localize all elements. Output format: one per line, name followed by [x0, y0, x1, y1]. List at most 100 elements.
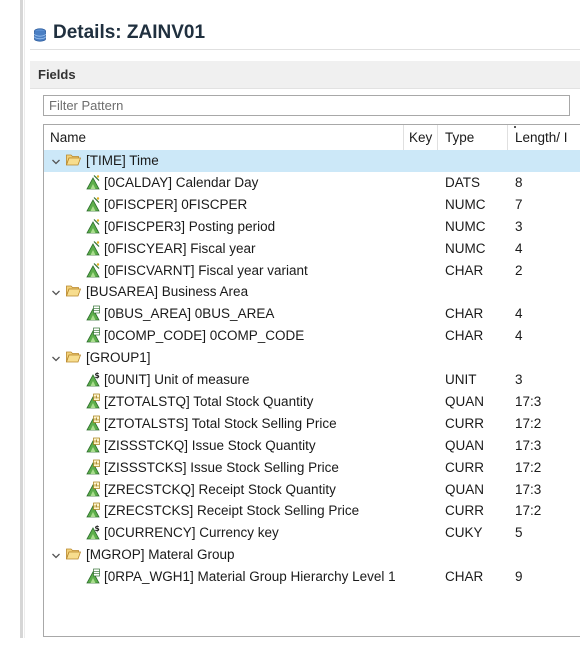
- field-name: [0FISCYEAR] Fiscal year: [104, 240, 256, 256]
- field-type: CHAR: [445, 306, 484, 322]
- page-title: Details: ZAINV01: [53, 22, 206, 43]
- tree-field-row[interactable]: [ZTOTALSTQ] Total Stock Quantity QUAN 17:3: [44, 391, 580, 413]
- tree-field-row[interactable]: [0RPA_WGH1] Material Group Hierarchy Lev…: [44, 566, 580, 588]
- column-divider[interactable]: [507, 125, 508, 150]
- filter-pattern-input[interactable]: [43, 95, 570, 116]
- field-length: 17:2: [515, 415, 542, 431]
- group-name: [BUSAREA] Business Area: [86, 284, 249, 300]
- column-header-name[interactable]: Name: [50, 130, 86, 145]
- chevron-down-icon[interactable]: [51, 352, 61, 362]
- tree-group-row[interactable]: [MGROP] Materal Group: [44, 544, 580, 566]
- field-name: [0BUS_AREA] 0BUS_AREA: [104, 306, 275, 322]
- folder-open-icon: [65, 153, 82, 166]
- field-name: [0FISCPER3] Posting period: [104, 218, 276, 234]
- details-header: Details: ZAINV01: [33, 22, 205, 44]
- database-icon: [34, 28, 46, 42]
- field-length: 4: [515, 328, 523, 344]
- svg-text:$: $: [95, 524, 100, 533]
- tree-field-row[interactable]: [0FISCVARNT] Fiscal year variant CHAR 2: [44, 260, 580, 282]
- chevron-down-icon[interactable]: [51, 549, 61, 559]
- tree-group-row[interactable]: [TIME] Time: [44, 150, 580, 172]
- field-name: [ZRECSTCKS] Receipt Stock Selling Price: [104, 503, 360, 519]
- field-length: 7: [515, 196, 523, 212]
- chevron-down-icon[interactable]: [51, 286, 61, 296]
- field-length: 17:3: [515, 437, 542, 453]
- characteristic-icon: [86, 262, 100, 278]
- folder-open-icon: [65, 350, 82, 363]
- key-figure-icon: [86, 437, 100, 453]
- field-name: [0COMP_CODE] 0COMP_CODE: [104, 328, 305, 344]
- field-name: [ZISSSTCKS] Issue Stock Selling Price: [104, 459, 339, 475]
- field-name: [0CURRENCY] Currency key: [104, 525, 279, 541]
- tree-field-row[interactable]: [0FISCPER3] Posting period NUMC 3: [44, 216, 580, 238]
- field-name: [0CALDAY] Calendar Day: [104, 174, 259, 190]
- field-type: UNIT: [445, 372, 477, 387]
- tree-field-row[interactable]: [ZISSSTCKS] Issue Stock Selling Price CUR…: [44, 457, 580, 479]
- tree-field-row[interactable]: [0BUS_AREA] 0BUS_AREA CHAR 4: [44, 303, 580, 325]
- field-name: [0RPA_WGH1] Material Group Hierarchy Lev…: [104, 569, 396, 585]
- field-type: NUMC: [445, 218, 486, 234]
- group-name: [TIME] Time: [86, 153, 159, 168]
- field-length: 4: [515, 240, 523, 256]
- tree-field-row[interactable]: $ [0CURRENCY] Currency key CUKY 5: [44, 522, 580, 544]
- tree-field-row[interactable]: [ZTOTALSTS] Total Stock Selling Price CUR…: [44, 413, 580, 435]
- field-name: [ZISSSTCKQ] Issue Stock Quantity: [104, 437, 316, 453]
- column-header-type[interactable]: Type: [445, 130, 474, 145]
- tree-field-row[interactable]: [ZISSSTCKQ] Issue Stock Quantity QUAN 17:3: [44, 435, 580, 457]
- characteristic-icon: [86, 196, 100, 212]
- svg-text:$: $: [95, 371, 100, 380]
- field-length: 17:3: [515, 481, 542, 497]
- characteristic-table-icon: [86, 568, 100, 584]
- table-header: Name Key Type Length/ I: [44, 125, 580, 151]
- characteristic-table-icon: [86, 305, 100, 321]
- tree-field-row[interactable]: [0COMP_CODE] 0COMP_CODE CHAR 4: [44, 325, 580, 347]
- unit-icon: $: [86, 524, 100, 540]
- field-name: [ZTOTALSTS] Total Stock Selling Price: [104, 415, 337, 431]
- tree-group-row[interactable]: [GROUP1]: [44, 347, 580, 369]
- field-length: 3: [515, 372, 523, 387]
- tree-field-row[interactable]: [0FISCPER] 0FISCPER NUMC 7: [44, 194, 580, 216]
- field-type: CHAR: [445, 262, 484, 278]
- field-length: 2: [515, 262, 523, 278]
- field-name: [0FISCPER] 0FISCPER: [104, 196, 248, 212]
- field-length: 4: [515, 306, 523, 322]
- field-type: CUKY: [445, 525, 483, 541]
- left-panel-border: [20, 0, 23, 638]
- tree-field-row[interactable]: $ [0UNIT] Unit of measure UNIT 3: [44, 369, 580, 391]
- key-figure-icon: [86, 415, 100, 431]
- characteristic-icon: [86, 240, 100, 256]
- sort-indicator-icon: [514, 126, 516, 128]
- field-length: 3: [515, 218, 523, 234]
- column-header-key[interactable]: Key: [409, 130, 432, 145]
- field-type: QUAN: [445, 393, 485, 409]
- tree-field-row[interactable]: [0FISCYEAR] Fiscal year NUMC 4: [44, 238, 580, 260]
- chevron-down-icon[interactable]: [51, 155, 61, 165]
- left-panel-border-inner: [24, 0, 25, 638]
- folder-open-icon: [65, 284, 82, 297]
- field-type: CHAR: [445, 569, 484, 585]
- tree-group-row[interactable]: [BUSAREA] Business Area: [44, 281, 580, 303]
- tree-field-row[interactable]: [ZRECSTCKS] Receipt Stock Selling Price C…: [44, 500, 580, 522]
- characteristic-icon: [86, 218, 100, 234]
- fields-section-header[interactable]: Fields: [30, 61, 580, 89]
- key-figure-icon: [86, 459, 100, 475]
- column-divider[interactable]: [437, 125, 438, 150]
- field-type: QUAN: [445, 437, 485, 453]
- tree-field-row[interactable]: [0CALDAY] Calendar Day DATS 8: [44, 172, 580, 194]
- field-length: 9: [515, 569, 523, 585]
- key-figure-icon: [86, 502, 100, 518]
- field-type: DATS: [445, 174, 481, 190]
- tree-field-row[interactable]: [ZRECSTCKQ] Receipt Stock Quantity QUAN 17…: [44, 479, 580, 501]
- field-type: QUAN: [445, 481, 485, 497]
- column-header-length[interactable]: Length/ I: [515, 130, 568, 145]
- fields-tree-table[interactable]: Name Key Type Length/ I [TIME] Time [0CAL…: [43, 124, 580, 637]
- field-length: 17:3: [515, 393, 542, 409]
- unit-icon: $: [86, 371, 100, 387]
- field-length: 8: [515, 174, 523, 190]
- column-divider[interactable]: [403, 125, 404, 150]
- characteristic-icon: [86, 174, 100, 190]
- key-figure-icon: [86, 481, 100, 497]
- field-length: 17:2: [515, 503, 542, 519]
- field-type: CURR: [445, 459, 484, 475]
- field-name: [0UNIT] Unit of measure: [104, 372, 250, 387]
